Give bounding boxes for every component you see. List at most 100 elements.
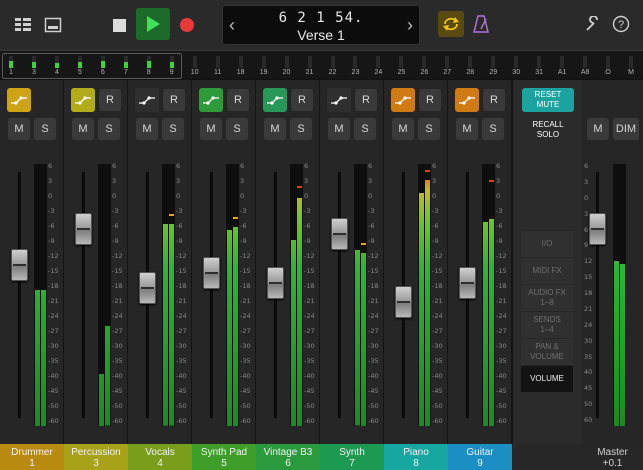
channel-name-bar[interactable]: Piano 8 xyxy=(384,444,448,470)
meter-overview-track[interactable]: 18 xyxy=(230,51,252,81)
automation-mode-button[interactable] xyxy=(263,88,287,112)
solo-button[interactable]: S xyxy=(34,118,56,140)
meter-overview-track[interactable]: A8 xyxy=(574,51,596,81)
meter-overview-track[interactable]: 7 xyxy=(115,51,137,81)
mute-button[interactable]: M xyxy=(392,118,414,140)
meter-overview-track[interactable]: 29 xyxy=(482,51,504,81)
channel-name-bar[interactable]: Drummer 1 xyxy=(0,444,64,470)
browser-icon[interactable] xyxy=(12,14,34,36)
recall-solo-button[interactable]: RECALL SOLO xyxy=(522,118,574,142)
solo-button[interactable]: S xyxy=(354,118,376,140)
fader-knob[interactable] xyxy=(589,212,606,245)
automation-mode-button[interactable] xyxy=(7,88,31,112)
fader-track[interactable] xyxy=(338,172,341,418)
reset-mute-button[interactable]: RESET MUTE xyxy=(522,88,574,112)
meter-overview-track[interactable]: 4 xyxy=(46,51,68,81)
view-audio-fx-button[interactable]: AUDIO FX 1–8 xyxy=(521,284,573,311)
meter-overview-track[interactable]: 27 xyxy=(436,51,458,81)
meter-overview-track[interactable]: 19 xyxy=(253,51,275,81)
record-enable-button[interactable]: R xyxy=(227,89,249,111)
help-button[interactable]: ? xyxy=(610,13,632,35)
meter-overview-track[interactable]: M xyxy=(620,51,642,81)
meter-overview-track[interactable]: 5 xyxy=(69,51,91,81)
meter-overview-track[interactable]: O xyxy=(597,51,619,81)
view-sends-button[interactable]: SENDS 1–4 xyxy=(521,311,573,338)
chevron-right-icon[interactable]: › xyxy=(407,15,413,36)
volume-fader-area[interactable]: 6 3 0 -3 -6 -9 -12 -15 -18 -21 -24 -27 -30 -35 -40 -45 -… xyxy=(192,160,256,430)
fader-knob[interactable] xyxy=(75,212,92,245)
channel-name-bar[interactable]: Vocals 4 xyxy=(128,444,192,470)
view-io-button[interactable]: I/O xyxy=(521,230,573,257)
volume-fader-area[interactable]: 6 3 0 -3 -6 -9 -12 -15 -18 -21 -24 -27 -30 -35 -40 -45 -… xyxy=(0,160,64,430)
record-button[interactable] xyxy=(176,14,198,36)
mute-button[interactable]: M xyxy=(72,118,94,140)
volume-fader-area[interactable]: 6 3 0 -3 -6 -9 -12 -15 -18 -21 -24 -27 -30 -35 -40 -45 -… xyxy=(448,160,512,430)
volume-fader-area[interactable]: 6 3 0 -3 -6 -9 -12 -15 -18 -21 -24 -27 -30 -35 -40 -45 -… xyxy=(64,160,128,430)
cycle-button[interactable] xyxy=(438,11,464,37)
meter-overview-track[interactable]: 11 xyxy=(207,51,229,81)
record-enable-button[interactable]: R xyxy=(419,89,441,111)
record-enable-button[interactable]: R xyxy=(163,89,185,111)
meter-overview-track[interactable]: 22 xyxy=(322,51,344,81)
record-enable-button[interactable]: R xyxy=(483,89,505,111)
track-meter-overview[interactable]: 1 3 4 5 6 7 8 9 10 11 18 19 20 21 22 23 24 25 26 27 28 29 30 31… xyxy=(0,50,643,80)
fader-knob[interactable] xyxy=(395,286,412,319)
record-enable-button[interactable]: R xyxy=(99,89,121,111)
solo-button[interactable]: S xyxy=(162,118,184,140)
meter-overview-track[interactable]: 20 xyxy=(276,51,298,81)
record-enable-button[interactable]: R xyxy=(291,89,313,111)
fader-knob[interactable] xyxy=(267,266,284,299)
view-midi-fx-button[interactable]: MIDI FX xyxy=(521,257,573,284)
lcd-display[interactable]: ‹ 6 2 1 54. Verse 1 › xyxy=(222,5,420,45)
mute-button[interactable]: M xyxy=(264,118,286,140)
mute-button[interactable]: M xyxy=(328,118,350,140)
channel-name-bar[interactable]: Percussion 3 xyxy=(64,444,128,470)
meter-overview-track[interactable]: 28 xyxy=(459,51,481,81)
channel-name-bar[interactable]: Guitar 9 xyxy=(448,444,512,470)
fader-knob[interactable] xyxy=(11,249,28,282)
mute-button[interactable]: M xyxy=(200,118,222,140)
solo-button[interactable]: S xyxy=(290,118,312,140)
view-volume-button[interactable]: VOLUME xyxy=(521,365,573,392)
view-pan-volume-button[interactable]: PAN & VOLUME xyxy=(521,338,573,365)
record-enable-button[interactable]: R xyxy=(355,89,377,111)
mixer-view-icon[interactable] xyxy=(42,14,64,36)
meter-overview-track[interactable]: 9 xyxy=(161,51,183,81)
automation-mode-button[interactable] xyxy=(71,88,95,112)
meter-overview-track[interactable]: 24 xyxy=(367,51,389,81)
mute-button[interactable]: M xyxy=(456,118,478,140)
channel-name-bar[interactable]: Synth Pad 5 xyxy=(192,444,256,470)
automation-mode-button[interactable] xyxy=(135,88,159,112)
master-mute-button[interactable]: M xyxy=(587,118,609,140)
channel-name-bar[interactable]: Synth 7 xyxy=(320,444,384,470)
metronome-button[interactable] xyxy=(470,13,492,35)
master-fader-area[interactable]: 6 3 0 3 6 9 12 15 18 21 24 30 35 40 45 50 60 xyxy=(582,160,643,430)
meter-overview-track[interactable]: 30 xyxy=(505,51,527,81)
volume-fader-area[interactable]: 6 3 0 -3 -6 -9 -12 -15 -18 -21 -24 -27 -30 -35 -40 -45 -… xyxy=(256,160,320,430)
solo-button[interactable]: S xyxy=(98,118,120,140)
automation-mode-button[interactable] xyxy=(327,88,351,112)
volume-fader-area[interactable]: 6 3 0 -3 -6 -9 -12 -15 -18 -21 -24 -27 -30 -35 -40 -45 -… xyxy=(320,160,384,430)
mute-button[interactable]: M xyxy=(8,118,30,140)
play-button[interactable] xyxy=(136,8,170,40)
solo-button[interactable]: S xyxy=(226,118,248,140)
meter-overview-track[interactable]: 21 xyxy=(299,51,321,81)
fader-knob[interactable] xyxy=(139,271,156,304)
volume-fader-area[interactable]: 6 3 0 -3 -6 -9 -12 -15 -18 -21 -24 -27 -30 -35 -40 -45 -… xyxy=(128,160,192,430)
solo-button[interactable]: S xyxy=(482,118,504,140)
mute-button[interactable]: M xyxy=(136,118,158,140)
settings-button[interactable] xyxy=(582,13,604,35)
meter-overview-track[interactable]: 8 xyxy=(138,51,160,81)
meter-overview-track[interactable]: 10 xyxy=(184,51,206,81)
automation-mode-button[interactable] xyxy=(199,88,223,112)
volume-fader-area[interactable]: 6 3 0 -3 -6 -9 -12 -15 -18 -21 -24 -27 -30 -35 -40 -45 -… xyxy=(384,160,448,430)
fader-track[interactable] xyxy=(18,172,21,418)
automation-mode-button[interactable] xyxy=(391,88,415,112)
fader-knob[interactable] xyxy=(459,266,476,299)
master-dim-button[interactable]: DIM xyxy=(613,118,639,140)
meter-overview-track[interactable]: 31 xyxy=(528,51,550,81)
meter-overview-track[interactable]: 26 xyxy=(413,51,435,81)
meter-overview-track[interactable]: 3 xyxy=(23,51,45,81)
meter-overview-track[interactable]: 6 xyxy=(92,51,114,81)
meter-overview-track[interactable]: 1 xyxy=(0,51,22,81)
